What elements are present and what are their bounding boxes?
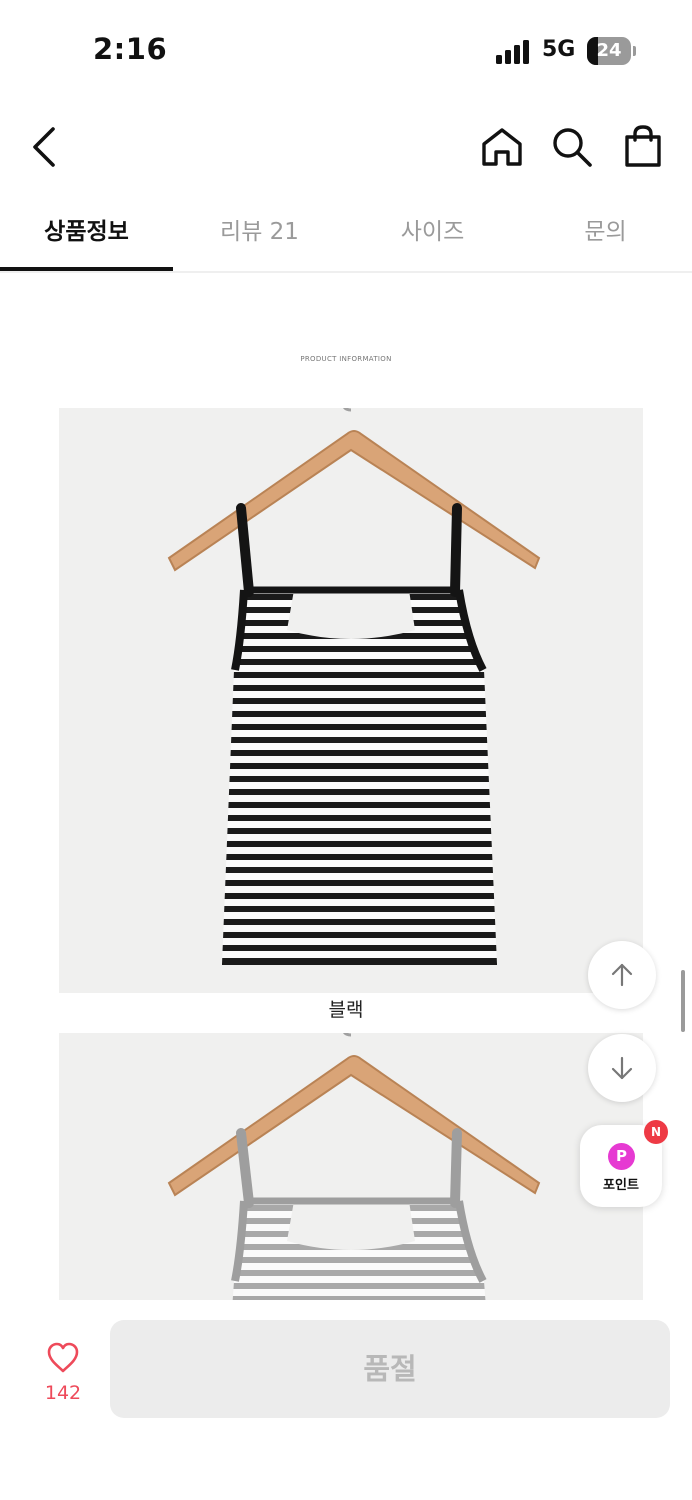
tab-size[interactable]: 사이즈 (346, 195, 519, 271)
photo-caption-color: 블랙 (328, 999, 364, 1021)
product-photo-black (59, 408, 643, 993)
search-button[interactable] (548, 124, 596, 170)
home-button[interactable] (478, 124, 526, 170)
like-button[interactable]: 142 (28, 1340, 98, 1410)
bottom-action-bar: 142 품절 (0, 1300, 692, 1500)
tab-product-info[interactable]: 상품정보 (0, 195, 173, 271)
battery-cap (633, 46, 636, 56)
status-time: 2:16 (93, 32, 168, 66)
tab-bar: 상품정보 리뷰 21 사이즈 문의 (0, 195, 692, 273)
hanger-hook (343, 408, 352, 412)
arrow-up-icon (611, 963, 633, 987)
points-icon: P (608, 1143, 635, 1170)
back-button[interactable] (22, 122, 66, 172)
wooden-hanger (167, 430, 541, 572)
active-tab-indicator (0, 267, 173, 271)
hanger-hook (343, 1033, 352, 1037)
product-info-heading: PRODUCT INFORMATION (300, 355, 392, 363)
tab-inquiry[interactable]: 문의 (519, 195, 692, 271)
scroll-top-button[interactable] (588, 941, 656, 1009)
heart-icon (47, 1342, 79, 1373)
shopping-bag-icon (625, 125, 661, 167)
striped-tank-top-image (167, 408, 541, 965)
arrow-down-icon (611, 1056, 633, 1080)
points-label: 포인트 (603, 1178, 639, 1193)
right-strap (450, 1128, 462, 1208)
home-icon (482, 128, 522, 166)
product-photo-gray (59, 1033, 643, 1300)
battery-level: 24 (596, 40, 622, 61)
sold-out-button[interactable]: 품절 (110, 1320, 670, 1418)
search-icon (553, 128, 592, 167)
right-strap (450, 503, 462, 597)
chevron-left-icon (33, 127, 55, 167)
top-nav (0, 100, 692, 195)
scrollbar[interactable] (681, 970, 685, 1032)
new-badge: N (644, 1120, 668, 1144)
network-type: 5G (542, 37, 576, 62)
tab-reviews[interactable]: 리뷰 21 (173, 195, 346, 271)
status-bar: 2:16 5G 24 (0, 0, 692, 100)
signal-icon (496, 40, 532, 64)
like-count: 142 (44, 1382, 82, 1404)
scroll-bottom-button[interactable] (588, 1034, 656, 1102)
battery-icon: 24 (587, 37, 631, 65)
wooden-hanger (167, 1055, 541, 1197)
gray-striped-tank-top-image (167, 1033, 541, 1300)
cart-button[interactable] (620, 122, 666, 170)
